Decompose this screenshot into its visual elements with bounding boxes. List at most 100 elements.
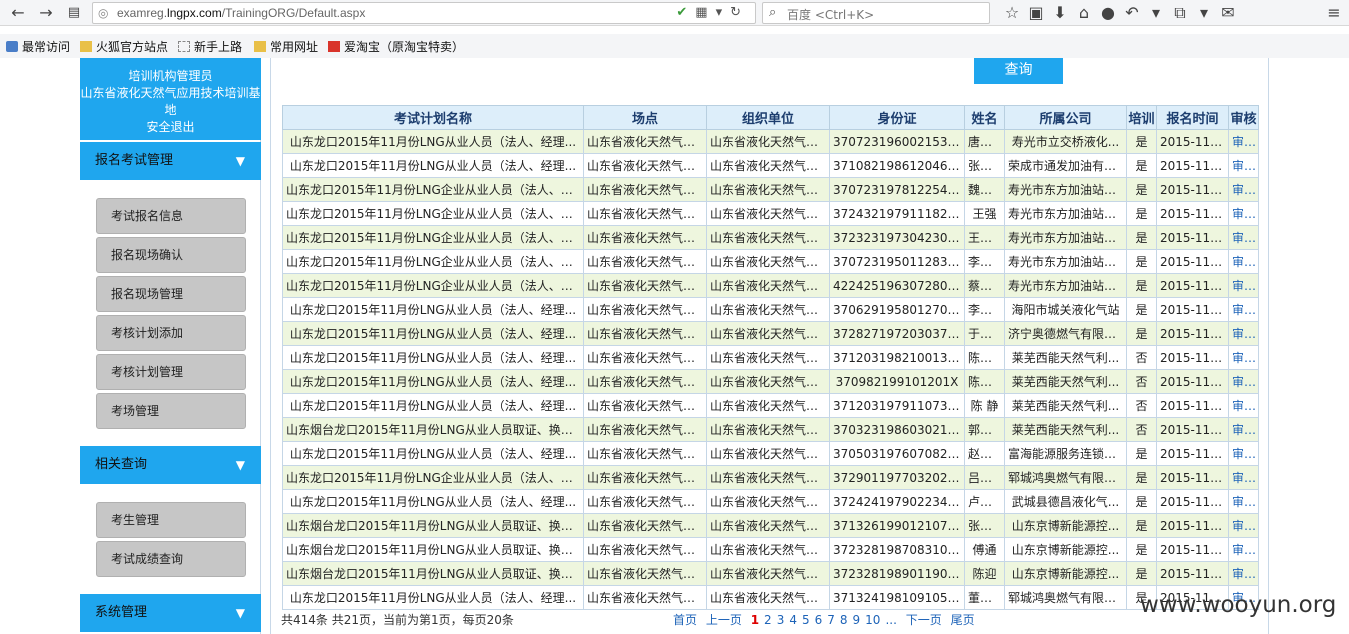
menu-plan-management[interactable]: 考核计划管理 <box>96 354 246 390</box>
pager-page-number[interactable]: 7 <box>827 613 835 627</box>
bookmark-aitaobao[interactable]: 爱淘宝（原淘宝特卖） <box>328 38 464 55</box>
logout-link[interactable]: 安全退出 <box>80 119 261 136</box>
menu-score-query[interactable]: 考试成绩查询 <box>96 541 246 577</box>
query-button[interactable]: 查询 <box>974 58 1063 84</box>
review-link[interactable]: 审核 <box>1228 417 1259 442</box>
download-icon[interactable]: ⬇ <box>1048 3 1072 22</box>
taobao-icon <box>328 41 340 52</box>
review-link[interactable]: 审核 <box>1228 561 1259 586</box>
review-link[interactable]: 审核 <box>1228 513 1259 538</box>
review-link[interactable]: 审核 <box>1228 441 1259 466</box>
table-cell: 山东龙口2015年11月份LNG企业从业人员（法人、经... <box>282 177 584 202</box>
review-link[interactable]: 审核 <box>1228 321 1259 346</box>
dropdown-icon[interactable]: ▾ <box>1192 3 1216 22</box>
table-cell: 371082198612046348 <box>829 153 965 178</box>
pager-page-number[interactable]: 10 <box>865 613 880 627</box>
table-cell: 山东龙口2015年11月份LNG从业人员（法人、经理... <box>282 441 584 466</box>
section-system-management[interactable]: 系统管理 ▼ <box>80 594 261 632</box>
review-link[interactable]: 审核 <box>1228 153 1259 178</box>
table-cell: 山东省液化天然气应... <box>583 153 707 178</box>
table-cell: 李孝臣 <box>964 297 1005 322</box>
reload-icon[interactable]: ↻ <box>730 5 749 20</box>
review-link[interactable]: 审核 <box>1228 393 1259 418</box>
crop-icon[interactable]: ⧉ <box>1168 3 1192 23</box>
table-cell: 2015-11-19 <box>1156 465 1229 490</box>
bookmark-getting-started[interactable]: 新手上路 <box>178 38 242 55</box>
menu-icon[interactable]: ≡ <box>1324 3 1344 23</box>
site-info-icon[interactable]: ◎ <box>98 6 108 20</box>
pager-next[interactable]: 下一页 <box>906 613 942 627</box>
pager-page-number[interactable]: ... <box>885 613 896 627</box>
menu-exam-registration-info[interactable]: 考试报名信息 <box>96 198 246 234</box>
pager-first[interactable]: 首页 <box>673 613 697 627</box>
review-link[interactable]: 审核 <box>1228 177 1259 202</box>
undo-icon[interactable]: ↶ <box>1120 3 1144 22</box>
dropdown-icon[interactable]: ▾ <box>1144 3 1168 22</box>
forward-icon[interactable]: → <box>36 3 56 23</box>
star-icon[interactable]: ☆ <box>1000 3 1024 22</box>
table-cell: 2015-11-20 <box>1156 249 1229 274</box>
review-link[interactable]: 审核 <box>1228 537 1259 562</box>
table-cell: 山东龙口2015年11月份LNG从业人员（法人、经理... <box>282 321 584 346</box>
section-exam-management[interactable]: 报名考试管理 ▼ <box>80 142 261 180</box>
dropdown-icon[interactable]: ▾ <box>716 5 731 20</box>
search-box[interactable]: ⌕ 百度 <Ctrl+K> <box>762 2 990 24</box>
table-cell: 2015-11-20 <box>1156 177 1229 202</box>
table-cell: 山东省液化天然气应... <box>706 369 830 394</box>
review-link[interactable]: 审核 <box>1228 345 1259 370</box>
table-cell: 2015-11-23 <box>1156 153 1229 178</box>
menu-plan-add[interactable]: 考核计划添加 <box>96 315 246 351</box>
pager-page-number[interactable]: 5 <box>802 613 810 627</box>
pager-page-number[interactable]: 3 <box>777 613 785 627</box>
column-header: 姓名 <box>964 105 1005 130</box>
table-cell: 山东省液化天然气应... <box>706 417 830 442</box>
review-link[interactable]: 审核 <box>1228 297 1259 322</box>
review-link[interactable]: 审核 <box>1228 489 1259 514</box>
pager-page-number[interactable]: 2 <box>764 613 772 627</box>
section-related-queries[interactable]: 相关查询 ▼ <box>80 446 261 484</box>
chat-icon[interactable]: ● <box>1096 3 1120 22</box>
table-cell: 于明强 <box>964 321 1005 346</box>
table-cell: 山东省液化天然气应... <box>706 297 830 322</box>
bookmark-firefox[interactable]: 火狐官方站点 <box>80 38 168 55</box>
pager-page-number[interactable]: 4 <box>789 613 797 627</box>
message-icon[interactable]: ✉ <box>1216 3 1240 22</box>
back-icon[interactable]: ← <box>8 3 28 23</box>
bookmark-common[interactable]: 常用网址 <box>254 38 318 55</box>
review-link[interactable]: 审核 <box>1228 465 1259 490</box>
table-cell: 370503197607082914 <box>829 441 965 466</box>
menu-candidate-management[interactable]: 考生管理 <box>96 502 246 538</box>
pager-prev[interactable]: 上一页 <box>706 613 742 627</box>
table-cell: 2015-11-19 <box>1156 321 1229 346</box>
menu-onsite-confirmation[interactable]: 报名现场确认 <box>96 237 246 273</box>
shield-icon[interactable]: ✔ <box>676 5 695 20</box>
review-link[interactable]: 审核 <box>1228 369 1259 394</box>
bookmark-most-visited[interactable]: 最常访问 <box>6 38 70 55</box>
table-cell: 370982199101201X <box>829 369 965 394</box>
table-cell: 山东省液化天然气应... <box>706 153 830 178</box>
address-bar[interactable]: ◎ examreg.lngpx.com/TrainingORG/Default.… <box>92 2 756 24</box>
review-link[interactable]: 审核 <box>1228 273 1259 298</box>
review-link[interactable]: 审核 <box>1228 225 1259 250</box>
pager-last[interactable]: 尾页 <box>951 613 975 627</box>
menu-onsite-management[interactable]: 报名现场管理 <box>96 276 246 312</box>
reading-list-icon[interactable]: ▣ <box>1024 3 1048 22</box>
review-link[interactable]: 审核 <box>1228 249 1259 274</box>
table-cell: 2015-11-19 <box>1156 513 1229 538</box>
table-cell: 山东龙口2015年11月份LNG企业从业人员（法人、经... <box>282 273 584 298</box>
url-domain: lngpx.com <box>167 6 222 20</box>
pager-page-number[interactable]: 1 <box>751 613 759 627</box>
review-link[interactable]: 审核 <box>1228 201 1259 226</box>
table-cell: 山东省液化天然气应... <box>583 249 707 274</box>
menu-venue-management[interactable]: 考场管理 <box>96 393 246 429</box>
sidebar-toggle-icon[interactable]: ▤ <box>64 3 84 23</box>
pager-page-number[interactable]: 8 <box>840 613 848 627</box>
table-row: 山东烟台龙口2015年11月份LNG从业人员取证、换证... 山东省液化天然气应.… <box>282 537 1259 562</box>
pager-page-number[interactable]: 9 <box>853 613 861 627</box>
review-link[interactable]: 审核 <box>1228 129 1259 154</box>
pager-page-number[interactable]: 6 <box>815 613 823 627</box>
table-cell: 372432197911182512 <box>829 201 965 226</box>
home-icon[interactable]: ⌂ <box>1072 3 1096 22</box>
qr-icon[interactable]: ▦ <box>695 5 715 20</box>
table-header-row: 考试计划名称 场点 组织单位 身份证 姓名 所属公司 培训 报名时间 审核 <box>282 105 1259 130</box>
